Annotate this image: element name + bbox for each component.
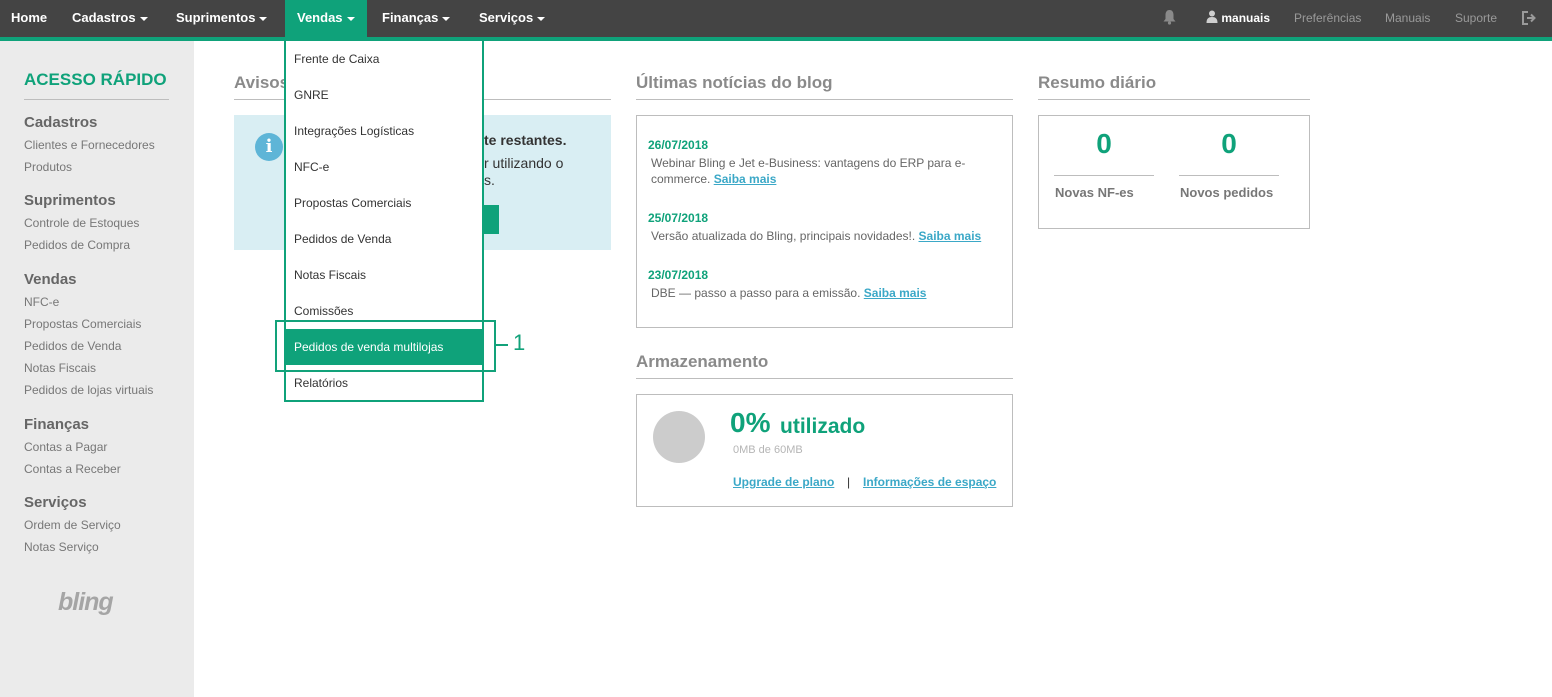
novos-pedidos-label: Novos pedidos [1180,185,1274,200]
annotation-highlight-box [275,320,496,372]
bling-logo: bling [58,588,114,616]
novas-nfes-count: 0 [1096,128,1112,159]
storage-percent: 0% [730,407,771,438]
storage-size: 0MB de 60MB [733,444,803,456]
nav-suporte[interactable]: Suporte [1455,0,1497,37]
storage-usage-chart [653,411,705,463]
sidebar-link-nfce[interactable]: NFC-e [24,295,59,309]
menu-item-propostas-comerciais[interactable]: Propostas Comerciais [286,185,482,221]
sidebar-link-pedidos-venda[interactable]: Pedidos de Venda [24,339,121,353]
menu-item-frente-caixa[interactable]: Frente de Caixa [286,41,482,77]
nav-vendas-label: Vendas [297,10,343,25]
blog-read-more-link[interactable]: Saiba mais [919,229,982,243]
storage-used-label: utilizado [780,415,866,438]
divider [1054,175,1154,176]
nav-home[interactable]: Home [11,0,47,37]
novos-pedidos-count: 0 [1221,128,1237,159]
sidebar-link-clientes-fornecedores[interactable]: Clientes e Fornecedores [24,138,155,152]
divider [1179,175,1279,176]
blog-post: Versão atualizada do Bling, principais n… [651,228,1001,244]
sidebar-heading-cadastros: Cadastros [24,114,98,131]
caret-down-icon [259,16,268,21]
user-menu[interactable]: manuais [1206,0,1270,37]
sidebar-heading-vendas: Vendas [24,271,77,288]
top-navbar: Home Cadastros Suprimentos Vendas Finanç… [0,0,1552,37]
caret-down-icon [537,16,546,21]
logout-icon[interactable] [1522,11,1537,25]
upgrade-plan-link[interactable]: Upgrade de plano [733,475,834,489]
blog-title: Últimas notícias do blog [636,73,833,92]
blog-read-more-link[interactable]: Saiba mais [714,172,777,186]
nav-vendas[interactable]: Vendas [285,0,367,37]
storage-info-link[interactable]: Informações de espaço [863,475,996,489]
nav-servicos[interactable]: Serviços [479,0,546,37]
resumo-title: Resumo diário [1038,73,1157,92]
user-name: manuais [1221,11,1271,25]
quick-access-title: ACESSO RÁPIDO [24,70,167,89]
nav-financas-label: Finanças [382,10,439,25]
avisos-bold-text: te restantes. [484,132,567,148]
annotation-connector [496,344,508,346]
novas-nfes-label: Novas NF-es [1055,185,1134,200]
caret-down-icon [442,16,451,21]
caret-down-icon [139,16,148,21]
nav-manuais[interactable]: Manuais [1385,0,1430,37]
blog-post-text: Webinar Bling e Jet e-Business: vantagen… [651,156,966,186]
sidebar-link-pedidos-compra[interactable]: Pedidos de Compra [24,238,130,252]
avisos-action-button[interactable] [484,205,499,234]
nav-servicos-label: Serviços [479,10,534,25]
sidebar-link-controle-estoques[interactable]: Controle de Estoques [24,216,139,230]
blog-post-text: Versão atualizada do Bling, principais n… [651,229,916,243]
menu-item-gnre[interactable]: GNRE [286,77,482,113]
sidebar-link-ordem-servico[interactable]: Ordem de Serviço [24,518,121,532]
nav-financas[interactable]: Finanças [382,0,451,37]
blog-post: DBE — passo a passo para a emissão. Saib… [651,285,1001,301]
menu-item-nfce[interactable]: NFC-e [286,149,482,185]
divider [636,99,1013,100]
nav-cadastros[interactable]: Cadastros [72,0,148,37]
nav-suprimentos-label: Suprimentos [176,10,256,25]
divider [1038,99,1310,100]
blog-post-date: 25/07/2018 [648,211,709,225]
sidebar-link-pedidos-lojas-virtuais[interactable]: Pedidos de lojas virtuais [24,383,153,397]
sidebar-heading-financas: Finanças [24,416,90,433]
avisos-title: Avisos [234,73,290,92]
nav-suprimentos[interactable]: Suprimentos [176,0,268,37]
navbar-accent-line [0,37,1552,41]
nav-cadastros-label: Cadastros [72,10,136,25]
sidebar-link-propostas-comerciais[interactable]: Propostas Comerciais [24,317,141,331]
sidebar-heading-servicos: Serviços [24,494,87,511]
storage-title: Armazenamento [636,352,769,371]
avisos-text: r utilizando o [484,155,564,171]
blog-post: Webinar Bling e Jet e-Business: vantagen… [651,155,1001,187]
bell-icon[interactable] [1162,9,1177,27]
caret-down-icon [346,16,355,21]
blog-post-date: 23/07/2018 [648,268,709,282]
menu-item-pedidos-venda[interactable]: Pedidos de Venda [286,221,482,257]
sidebar-link-produtos[interactable]: Produtos [24,160,72,174]
divider [636,378,1013,379]
avisos-text: s. [484,172,495,188]
blog-post-date: 26/07/2018 [648,138,709,152]
nav-preferencias[interactable]: Preferências [1294,0,1361,37]
blog-read-more-link[interactable]: Saiba mais [864,286,927,300]
annotation-number: 1 [513,330,526,355]
menu-item-notas-fiscais[interactable]: Notas Fiscais [286,257,482,293]
sidebar-link-notas-fiscais[interactable]: Notas Fiscais [24,361,96,375]
sidebar-heading-suprimentos: Suprimentos [24,192,116,209]
user-icon [1206,10,1218,23]
menu-item-integracoes-logisticas[interactable]: Integrações Logísticas [286,113,482,149]
sidebar-link-notas-servico[interactable]: Notas Serviço [24,540,99,554]
sidebar-link-contas-pagar[interactable]: Contas a Pagar [24,440,107,454]
sidebar-link-contas-receber[interactable]: Contas a Receber [24,462,121,476]
divider [24,99,169,100]
blog-post-text: DBE — passo a passo para a emissão. [651,286,861,300]
info-icon: i [255,133,283,161]
link-separator: | [847,475,851,489]
